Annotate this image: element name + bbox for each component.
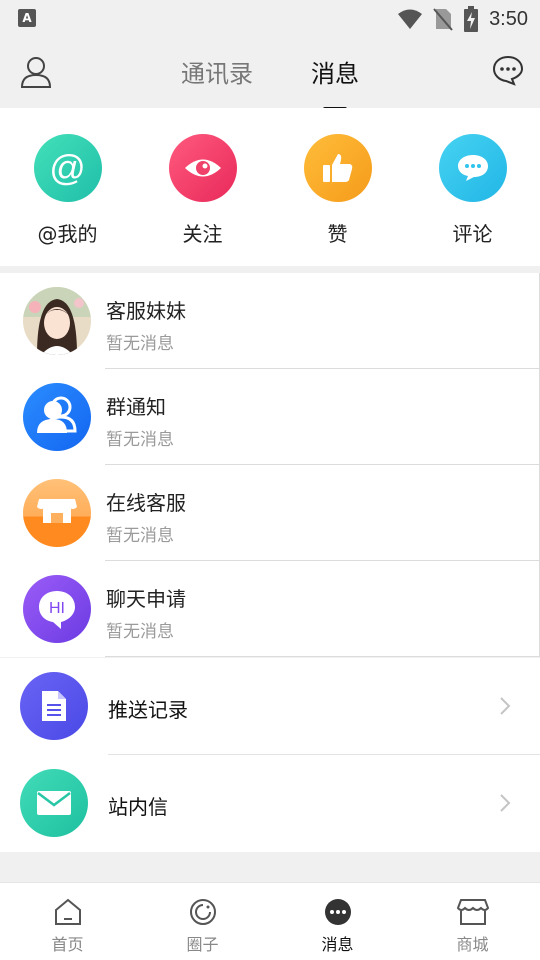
chat-bubble-icon[interactable] [492, 54, 524, 86]
quick-actions: @ @我的 关注 赞 评论 [0, 108, 540, 266]
quick-comment[interactable]: 评论 [405, 134, 540, 247]
header-tabs: 通讯录 消息 [0, 54, 540, 89]
status-icons: 3:50 [397, 6, 528, 32]
mail-icon [20, 769, 88, 837]
tab-messages[interactable]: 消息 [311, 54, 359, 89]
hi-chat-icon: HI [23, 575, 91, 643]
list-item[interactable]: 在线客服 暂无消息 [0, 465, 540, 561]
quick-comment-label: 评论 [452, 222, 493, 246]
group-icon [23, 383, 91, 451]
status-time: 3:50 [489, 7, 528, 30]
list-item-subtitle: 暂无消息 [106, 430, 174, 450]
circle-icon [189, 899, 216, 925]
quick-at-me[interactable]: @ @我的 [0, 134, 135, 247]
chevron-right-icon [500, 697, 511, 715]
top-header: 通讯录 消息 [0, 36, 540, 108]
nav-messages-label: 消息 [321, 935, 354, 954]
conversation-list: 客服妹妹 暂无消息 群通知 暂无消息 在线客服 暂无消息 HI 聊天申请 暂无消… [0, 273, 540, 657]
list-item-title: 客服妹妹 [106, 299, 186, 323]
store-icon [456, 899, 489, 925]
nav-home[interactable]: 首页 [0, 883, 135, 960]
list-item-title: 群通知 [106, 395, 166, 419]
list-item-subtitle: 暂无消息 [106, 526, 174, 546]
nav-circle[interactable]: 圈子 [135, 883, 270, 960]
quick-follow[interactable]: 关注 [135, 134, 270, 247]
nav-circle-label: 圈子 [186, 935, 219, 954]
eye-icon [168, 134, 237, 202]
bottom-nav: 首页 圈子 消息 商城 [0, 882, 540, 960]
push-records-label: 推送记录 [108, 698, 188, 722]
nav-home-label: 首页 [51, 935, 84, 954]
shop-icon [23, 479, 91, 547]
quick-follow-label: 关注 [182, 222, 223, 246]
push-records-item[interactable]: 推送记录 [0, 658, 540, 755]
wifi-icon [398, 9, 423, 29]
nav-messages[interactable]: 消息 [270, 883, 405, 960]
list-item-subtitle: 暂无消息 [106, 622, 174, 642]
quick-like[interactable]: 赞 [270, 134, 405, 247]
inbox-item[interactable]: 站内信 [0, 755, 540, 852]
list-item-title: 聊天申请 [106, 587, 186, 611]
list-item[interactable]: 客服妹妹 暂无消息 [0, 273, 540, 369]
svg-text:HI: HI [49, 600, 65, 617]
comment-icon [438, 134, 507, 202]
thumbs-up-icon [303, 134, 372, 202]
nav-store[interactable]: 商城 [405, 883, 540, 960]
document-icon [20, 672, 88, 740]
list-item-subtitle: 暂无消息 [106, 334, 174, 354]
home-icon [54, 898, 81, 925]
app-notification-icon: A [18, 9, 36, 27]
status-bar: A 3:50 [0, 0, 540, 36]
nav-store-label: 商城 [456, 935, 489, 954]
other-list: 推送记录 站内信 [0, 658, 540, 852]
inbox-label: 站内信 [108, 795, 168, 819]
divider [105, 656, 540, 657]
list-item[interactable]: HI 聊天申请 暂无消息 [0, 561, 540, 657]
quick-at-me-label: @我的 [37, 222, 98, 246]
message-icon [324, 899, 351, 925]
customer-service-avatar [23, 287, 91, 355]
no-sim-icon [433, 8, 453, 31]
at-icon: @ [33, 134, 102, 202]
list-item[interactable]: 群通知 暂无消息 [0, 369, 540, 465]
chevron-right-icon [500, 794, 511, 812]
battery-charging-icon [464, 6, 479, 32]
list-item-title: 在线客服 [106, 491, 186, 515]
tab-contacts[interactable]: 通讯录 [181, 54, 253, 89]
quick-like-label: 赞 [327, 222, 348, 246]
